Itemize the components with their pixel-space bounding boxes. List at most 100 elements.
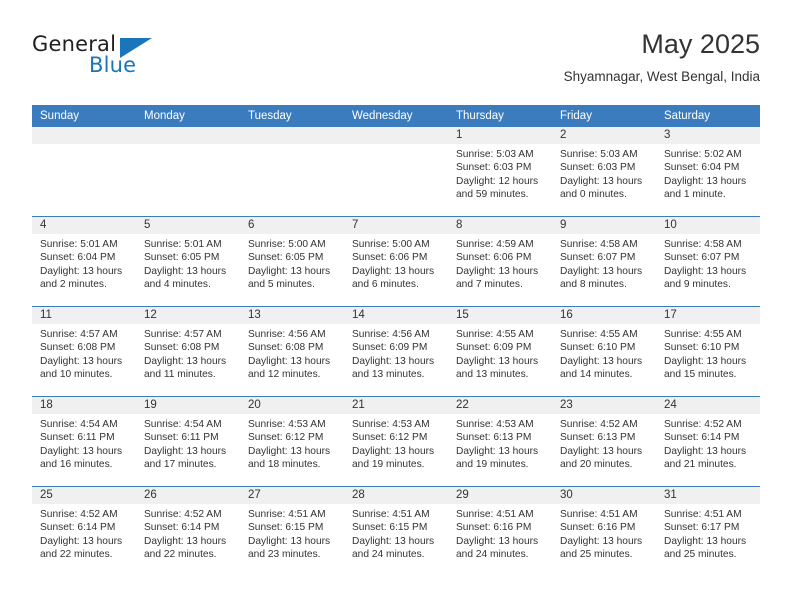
day-number: 28 bbox=[344, 487, 448, 504]
detail-daylight2: and 2 minutes. bbox=[40, 279, 107, 291]
day-number: 21 bbox=[344, 397, 448, 414]
detail-daylight2: and 24 minutes. bbox=[456, 549, 529, 561]
calendar-day-cell[interactable]: 21 Sunrise: 4:53 AM Sunset: 6:12 PM Dayligh… bbox=[344, 396, 448, 487]
calendar-day-cell[interactable]: 24 Sunrise: 4:52 AM Sunset: 6:14 PM Dayligh… bbox=[656, 396, 760, 487]
day-number: 11 bbox=[32, 307, 136, 324]
calendar-day-cell[interactable]: 22 Sunrise: 4:53 AM Sunset: 6:13 PM Dayligh… bbox=[448, 396, 552, 487]
day-number: 15 bbox=[448, 307, 552, 324]
detail-daylight: Daylight: 13 hours bbox=[40, 355, 123, 367]
detail-daylight2: and 24 minutes. bbox=[352, 549, 425, 561]
calendar-day-cell[interactable]: 28 Sunrise: 4:51 AM Sunset: 6:15 PM Dayligh… bbox=[344, 486, 448, 576]
day-cell-content: 13 Sunrise: 4:56 AM Sunset: 6:08 PM Dayligh… bbox=[240, 307, 344, 396]
detail-daylight: Daylight: 13 hours bbox=[352, 445, 435, 457]
calendar-day-cell[interactable]: 11 Sunrise: 4:57 AM Sunset: 6:08 PM Dayligh… bbox=[32, 306, 136, 397]
day-details: Sunrise: 4:52 AM Sunset: 6:14 PM Daylight:… bbox=[32, 504, 136, 562]
calendar-day-cell[interactable]: 15 Sunrise: 4:55 AM Sunset: 6:09 PM Dayligh… bbox=[448, 306, 552, 397]
day-cell-content: 14 Sunrise: 4:56 AM Sunset: 6:09 PM Dayligh… bbox=[344, 307, 448, 396]
calendar-day-cell[interactable]: 12 Sunrise: 4:57 AM Sunset: 6:08 PM Dayligh… bbox=[136, 306, 240, 397]
calendar-day-cell[interactable]: 1 Sunrise: 5:03 AM Sunset: 6:03 PM Daylight… bbox=[448, 127, 552, 217]
detail-daylight: Daylight: 13 hours bbox=[664, 445, 747, 457]
calendar-day-cell[interactable]: 14 Sunrise: 4:56 AM Sunset: 6:09 PM Dayligh… bbox=[344, 306, 448, 397]
calendar-day-cell[interactable]: 26 Sunrise: 4:52 AM Sunset: 6:14 PM Dayligh… bbox=[136, 486, 240, 576]
day-cell-content: 28 Sunrise: 4:51 AM Sunset: 6:15 PM Dayligh… bbox=[344, 487, 448, 576]
detail-sunset: Sunset: 6:14 PM bbox=[664, 432, 740, 444]
calendar-day-cell[interactable]: 16 Sunrise: 4:55 AM Sunset: 6:10 PM Dayligh… bbox=[552, 306, 656, 397]
detail-daylight2: and 17 minutes. bbox=[144, 459, 217, 471]
calendar-day-cell[interactable]: 7 Sunrise: 5:00 AM Sunset: 6:06 PM Daylight… bbox=[344, 216, 448, 307]
day-details: Sunrise: 4:58 AM Sunset: 6:07 PM Daylight:… bbox=[552, 234, 656, 292]
detail-sunset: Sunset: 6:13 PM bbox=[560, 432, 636, 444]
calendar-day-cell[interactable]: 29 Sunrise: 4:51 AM Sunset: 6:16 PM Dayligh… bbox=[448, 486, 552, 576]
day-cell-content: 5 Sunrise: 5:01 AM Sunset: 6:05 PM Daylight… bbox=[136, 217, 240, 306]
detail-daylight: Daylight: 13 hours bbox=[40, 535, 123, 547]
detail-daylight2: and 18 minutes. bbox=[248, 459, 321, 471]
calendar-day-cell[interactable]: 30 Sunrise: 4:51 AM Sunset: 6:16 PM Dayligh… bbox=[552, 486, 656, 576]
calendar-day-cell[interactable]: 4 Sunrise: 5:01 AM Sunset: 6:04 PM Daylight… bbox=[32, 216, 136, 307]
calendar-day-cell[interactable]: 20 Sunrise: 4:53 AM Sunset: 6:12 PM Dayligh… bbox=[240, 396, 344, 487]
day-cell-content bbox=[240, 127, 344, 216]
calendar-day-cell[interactable]: 10 Sunrise: 4:58 AM Sunset: 6:07 PM Dayligh… bbox=[656, 216, 760, 307]
day-details: Sunrise: 4:51 AM Sunset: 6:16 PM Daylight:… bbox=[448, 504, 552, 562]
detail-daylight: Daylight: 13 hours bbox=[352, 535, 435, 547]
detail-sunset: Sunset: 6:13 PM bbox=[456, 432, 532, 444]
detail-sunset: Sunset: 6:06 PM bbox=[352, 252, 428, 264]
detail-sunrise: Sunrise: 4:53 AM bbox=[352, 419, 430, 430]
sunrise-sunset-calendar: Sunday Monday Tuesday Wednesday Thursday Frid… bbox=[32, 105, 760, 576]
day-cell-content: 16 Sunrise: 4:55 AM Sunset: 6:10 PM Dayligh… bbox=[552, 307, 656, 396]
detail-daylight: Daylight: 13 hours bbox=[40, 265, 123, 277]
detail-sunrise: Sunrise: 4:58 AM bbox=[560, 239, 638, 250]
general-blue-logo[interactable]: General Blue bbox=[32, 32, 172, 86]
day-number bbox=[136, 127, 240, 144]
day-cell-content: 7 Sunrise: 5:00 AM Sunset: 6:06 PM Daylight… bbox=[344, 217, 448, 306]
calendar-day-cell[interactable]: 17 Sunrise: 4:55 AM Sunset: 6:10 PM Dayligh… bbox=[656, 306, 760, 397]
calendar-day-cell[interactable]: 18 Sunrise: 4:54 AM Sunset: 6:11 PM Dayligh… bbox=[32, 396, 136, 487]
calendar-day-cell[interactable]: 8 Sunrise: 4:59 AM Sunset: 6:06 PM Daylight… bbox=[448, 216, 552, 307]
detail-daylight2: and 11 minutes. bbox=[144, 369, 216, 381]
calendar-day-cell[interactable]: 23 Sunrise: 4:52 AM Sunset: 6:13 PM Dayligh… bbox=[552, 396, 656, 487]
day-number bbox=[32, 127, 136, 144]
day-number: 5 bbox=[136, 217, 240, 234]
calendar-day-cell[interactable]: 5 Sunrise: 5:01 AM Sunset: 6:05 PM Daylight… bbox=[136, 216, 240, 307]
calendar-day-cell[interactable]: 25 Sunrise: 4:52 AM Sunset: 6:14 PM Dayligh… bbox=[32, 486, 136, 576]
detail-daylight: Daylight: 13 hours bbox=[560, 355, 643, 367]
day-number: 24 bbox=[656, 397, 760, 414]
detail-daylight2: and 22 minutes. bbox=[144, 549, 217, 561]
detail-daylight: Daylight: 13 hours bbox=[352, 355, 435, 367]
day-details: Sunrise: 4:52 AM Sunset: 6:13 PM Daylight:… bbox=[552, 414, 656, 472]
calendar-day-cell[interactable]: 13 Sunrise: 4:56 AM Sunset: 6:08 PM Dayligh… bbox=[240, 306, 344, 397]
detail-daylight2: and 8 minutes. bbox=[560, 279, 627, 291]
day-cell-content: 27 Sunrise: 4:51 AM Sunset: 6:15 PM Dayligh… bbox=[240, 487, 344, 576]
detail-sunrise: Sunrise: 5:03 AM bbox=[456, 149, 534, 160]
calendar-day-cell[interactable]: 2 Sunrise: 5:03 AM Sunset: 6:03 PM Daylight… bbox=[552, 127, 656, 217]
detail-daylight: Daylight: 13 hours bbox=[456, 355, 539, 367]
day-cell-content: 2 Sunrise: 5:03 AM Sunset: 6:03 PM Daylight… bbox=[552, 127, 656, 216]
day-number: 14 bbox=[344, 307, 448, 324]
calendar-header-row: Sunday Monday Tuesday Wednesday Thursday Frid… bbox=[32, 105, 760, 127]
weekday-header-friday: Friday bbox=[552, 105, 656, 127]
detail-sunrise: Sunrise: 4:51 AM bbox=[352, 509, 430, 520]
detail-daylight2: and 25 minutes. bbox=[560, 549, 633, 561]
detail-daylight: Daylight: 13 hours bbox=[560, 445, 643, 457]
calendar-day-cell[interactable]: 3 Sunrise: 5:02 AM Sunset: 6:04 PM Daylight… bbox=[656, 127, 760, 217]
detail-sunset: Sunset: 6:08 PM bbox=[248, 342, 324, 354]
detail-daylight: Daylight: 12 hours bbox=[456, 175, 539, 187]
calendar-day-cell[interactable]: 27 Sunrise: 4:51 AM Sunset: 6:15 PM Dayligh… bbox=[240, 486, 344, 576]
calendar-day-cell[interactable]: 31 Sunrise: 4:51 AM Sunset: 6:17 PM Dayligh… bbox=[656, 486, 760, 576]
calendar-day-cell[interactable]: 19 Sunrise: 4:54 AM Sunset: 6:11 PM Dayligh… bbox=[136, 396, 240, 487]
day-details: Sunrise: 4:56 AM Sunset: 6:09 PM Daylight:… bbox=[344, 324, 448, 382]
detail-daylight2: and 7 minutes. bbox=[456, 279, 523, 291]
calendar-week-row: 4 Sunrise: 5:01 AM Sunset: 6:04 PM Daylight… bbox=[32, 216, 760, 307]
detail-sunset: Sunset: 6:03 PM bbox=[456, 162, 532, 174]
day-number: 17 bbox=[656, 307, 760, 324]
day-details: Sunrise: 5:03 AM Sunset: 6:03 PM Daylight:… bbox=[448, 144, 552, 202]
detail-sunrise: Sunrise: 4:52 AM bbox=[144, 509, 222, 520]
day-details: Sunrise: 4:51 AM Sunset: 6:17 PM Daylight:… bbox=[656, 504, 760, 562]
detail-sunrise: Sunrise: 4:56 AM bbox=[248, 329, 326, 340]
detail-sunrise: Sunrise: 4:55 AM bbox=[664, 329, 742, 340]
calendar-day-cell[interactable]: 6 Sunrise: 5:00 AM Sunset: 6:05 PM Daylight… bbox=[240, 216, 344, 307]
weekday-header-monday: Monday bbox=[136, 105, 240, 127]
detail-sunset: Sunset: 6:12 PM bbox=[352, 432, 428, 444]
day-cell-content: 31 Sunrise: 4:51 AM Sunset: 6:17 PM Dayligh… bbox=[656, 487, 760, 576]
day-cell-content: 30 Sunrise: 4:51 AM Sunset: 6:16 PM Dayligh… bbox=[552, 487, 656, 576]
calendar-day-cell[interactable]: 9 Sunrise: 4:58 AM Sunset: 6:07 PM Daylight… bbox=[552, 216, 656, 307]
